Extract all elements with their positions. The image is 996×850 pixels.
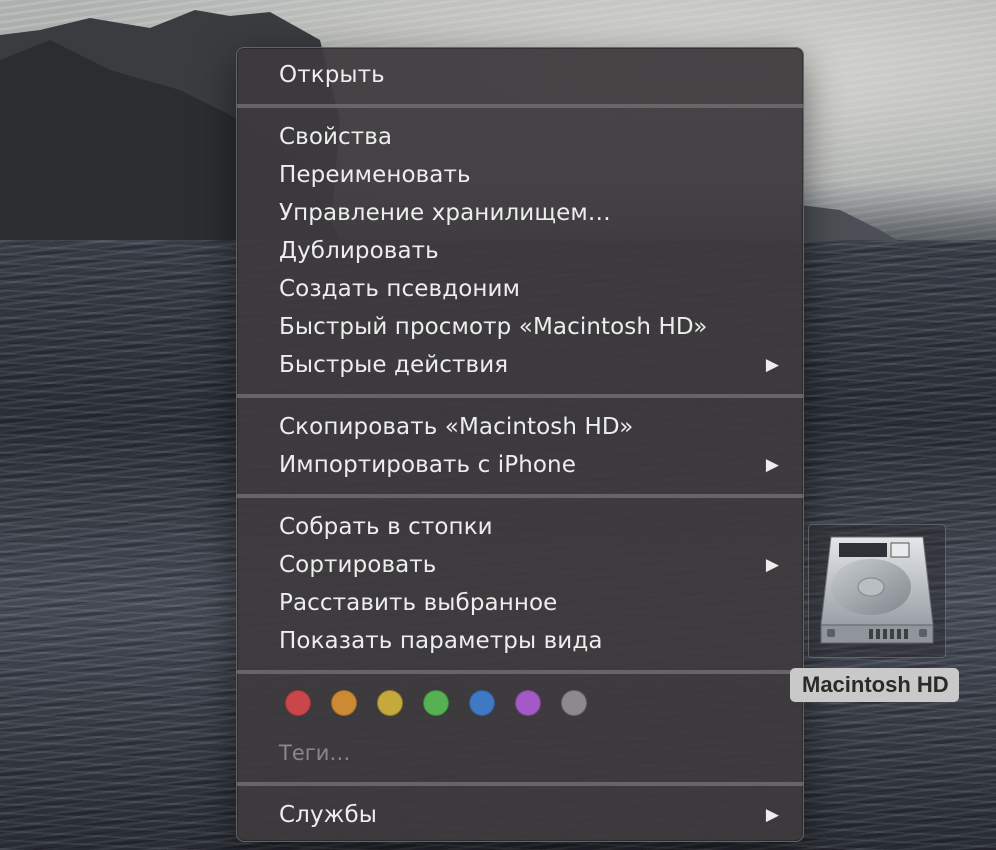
tag-color-dot[interactable]: [423, 690, 449, 716]
menu-item[interactable]: Показать параметры вида: [237, 622, 803, 660]
menu-item[interactable]: Дублировать: [237, 232, 803, 270]
drive-label[interactable]: Macintosh HD: [790, 668, 959, 702]
menu-item[interactable]: Быстрые действия ▶: [237, 346, 803, 384]
menu-item[interactable]: Открыть: [237, 56, 803, 94]
menu-item-label: Скопировать «Macintosh HD»: [279, 414, 634, 440]
submenu-arrow-icon: ▶: [765, 555, 779, 575]
menu-item-label: Сортировать: [279, 552, 437, 578]
menu-item-label: Расставить выбранное: [279, 590, 558, 616]
submenu-arrow-icon: ▶: [765, 805, 779, 825]
menu-item-label: Открыть: [279, 62, 385, 88]
context-menu: Открыть Свойства Переименовать Управление х…: [236, 47, 804, 842]
tag-color-row: [237, 684, 803, 722]
menu-item-label: Создать псевдоним: [279, 276, 521, 302]
menu-item-label: Быстрые действия: [279, 352, 509, 378]
menu-item[interactable]: Создать псевдоним: [237, 270, 803, 308]
menu-item[interactable]: Импортировать с iPhone ▶: [237, 446, 803, 484]
menu-item-label: Свойства: [279, 124, 393, 150]
menu-item[interactable]: Расставить выбранное: [237, 584, 803, 622]
menu-item[interactable]: Свойства: [237, 118, 803, 156]
tag-color-dot[interactable]: [377, 690, 403, 716]
desktop: Открыть Свойства Переименовать Управление х…: [0, 0, 996, 850]
submenu-arrow-icon: ▶: [765, 455, 779, 475]
menu-separator: [237, 394, 803, 398]
menu-item-label: Дублировать: [279, 238, 439, 264]
menu-item[interactable]: Собрать в стопки: [237, 508, 803, 546]
menu-item[interactable]: Переименовать: [237, 156, 803, 194]
tag-color-dot[interactable]: [285, 690, 311, 716]
menu-item[interactable]: Сортировать ▶: [237, 546, 803, 584]
menu-item-services[interactable]: Службы ▶: [237, 796, 803, 834]
tag-color-dot[interactable]: [561, 690, 587, 716]
menu-item-label: Собрать в стопки: [279, 514, 493, 540]
menu-item[interactable]: Быстрый просмотр «Macintosh HD»: [237, 308, 803, 346]
menu-item-label: Управление хранилищем…: [279, 200, 611, 226]
menu-item-label: Переименовать: [279, 162, 471, 188]
tag-color-dot[interactable]: [331, 690, 357, 716]
menu-separator: [237, 494, 803, 498]
hard-drive-icon-graphic: [820, 536, 934, 644]
hard-drive-icon[interactable]: [808, 524, 946, 658]
menu-item-label: Быстрый просмотр «Macintosh HD»: [279, 314, 708, 340]
menu-item[interactable]: Скопировать «Macintosh HD»: [237, 408, 803, 446]
menu-separator: [237, 670, 803, 674]
menu-item-label: Службы: [279, 802, 378, 828]
menu-separator: [237, 782, 803, 786]
tag-color-dot[interactable]: [515, 690, 541, 716]
menu-item-label: Показать параметры вида: [279, 628, 603, 654]
menu-item[interactable]: Управление хранилищем…: [237, 194, 803, 232]
menu-separator: [237, 104, 803, 108]
menu-item-label: Импортировать с iPhone: [279, 452, 576, 478]
submenu-arrow-icon: ▶: [765, 355, 779, 375]
tag-color-dot[interactable]: [469, 690, 495, 716]
tags-menu-item[interactable]: Теги…: [237, 734, 803, 772]
